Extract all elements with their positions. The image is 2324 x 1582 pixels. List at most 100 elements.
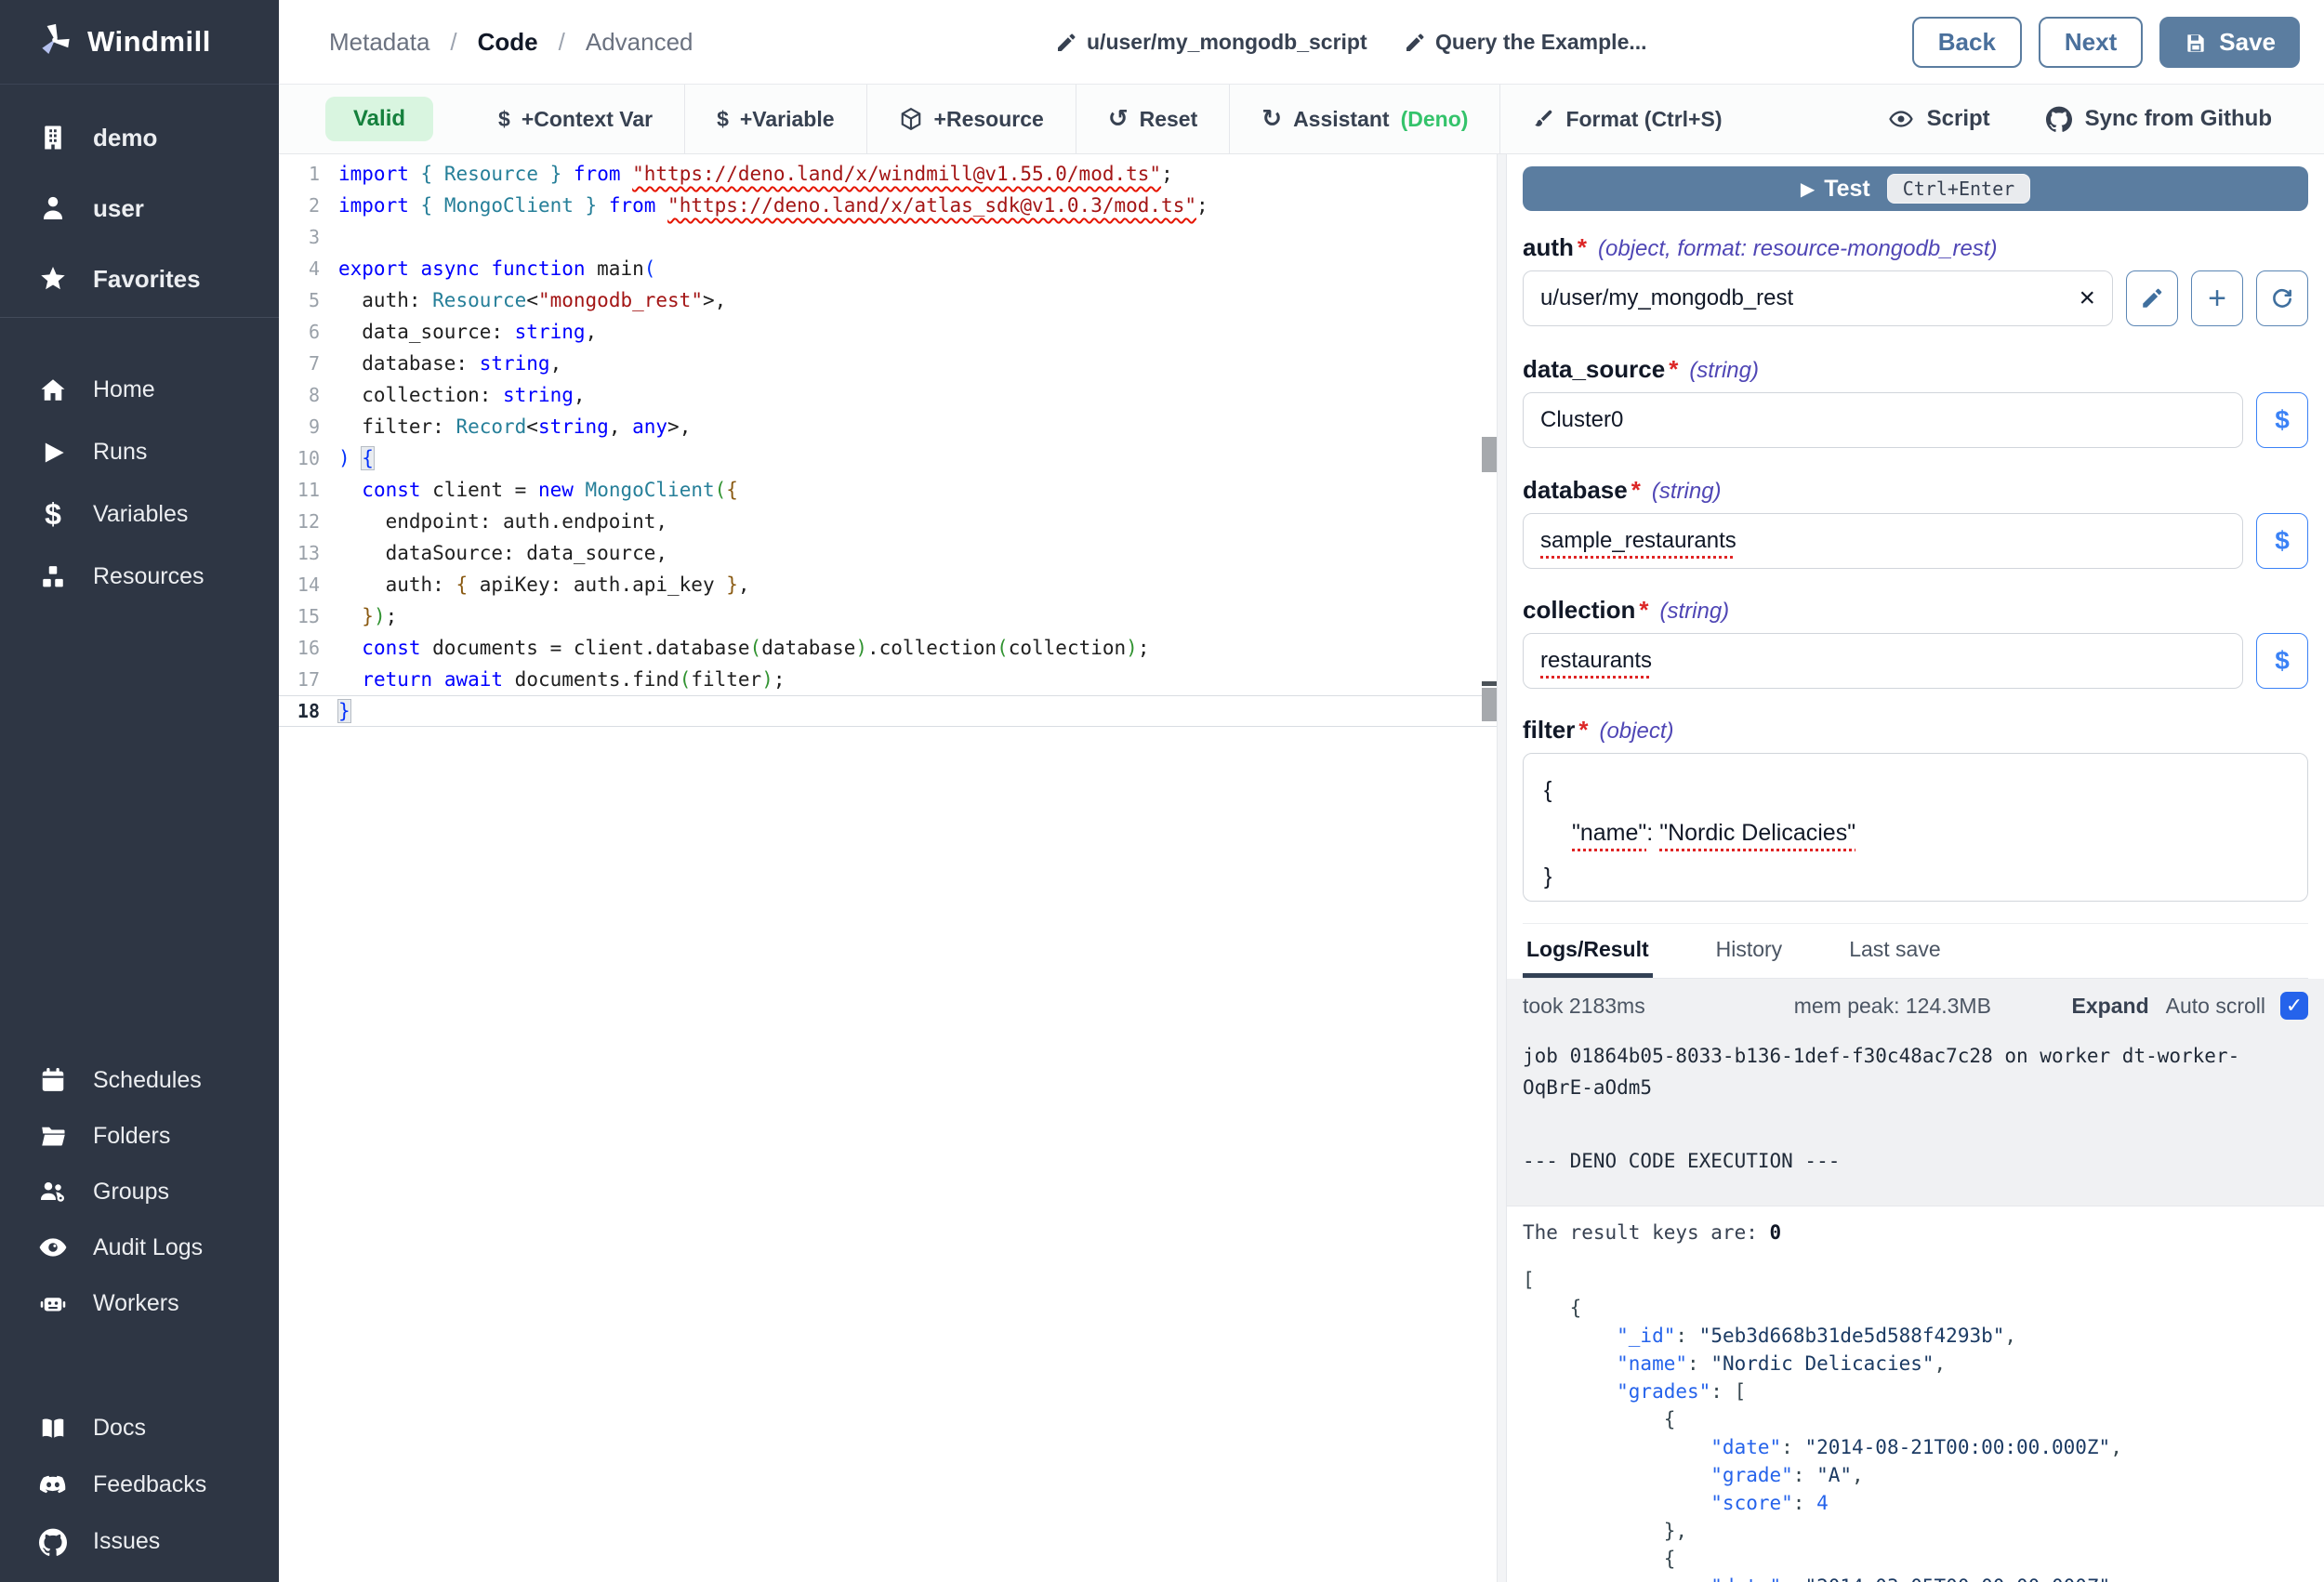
add-resource-button[interactable]: +Resource xyxy=(867,98,1076,140)
line-number: 4 xyxy=(279,257,338,280)
sidebar-item-feedbacks[interactable]: Feedbacks xyxy=(0,1457,279,1513)
line-number: 16 xyxy=(279,637,338,659)
sidebar-item-folders[interactable]: Folders xyxy=(0,1108,279,1164)
plus-icon: + xyxy=(2208,281,2226,317)
code-editor[interactable]: 1import { Resource } from "https://deno.… xyxy=(279,154,1497,1582)
result-intro: The result keys are: 0 xyxy=(1523,1221,2308,1249)
filter-field-label: filter* (object) xyxy=(1523,716,2308,745)
script-title[interactable]: Query the Example... xyxy=(1404,0,1647,85)
tab-history[interactable]: History xyxy=(1712,924,1787,978)
tab-logs-result[interactable]: Logs/Result xyxy=(1523,924,1653,978)
database-var-picker-button[interactable]: $ xyxy=(2256,513,2308,569)
sidebar-item-workers[interactable]: Workers xyxy=(0,1275,279,1331)
result-json-line: "_id": "5eb3d668b31de5d588f4293b", xyxy=(1523,1322,2308,1350)
tab-metadata[interactable]: Metadata xyxy=(329,28,429,57)
auth-resource-input[interactable]: u/user/my_mongodb_rest × xyxy=(1523,270,2113,326)
line-number: 2 xyxy=(279,194,338,217)
autoscroll-checkbox[interactable]: ✓ xyxy=(2280,992,2308,1020)
editor-toolbar: Valid $ +Context Var $ +Variable +Resour… xyxy=(279,85,2324,154)
collection-input[interactable]: restaurants xyxy=(1523,633,2243,689)
result-json: [ { "_id": "5eb3d668b31de5d588f4293b", "… xyxy=(1523,1266,2308,1582)
user-label: user xyxy=(93,194,144,223)
database-input[interactable]: sample_restaurants xyxy=(1523,513,2243,569)
database-field-label: database* (string) xyxy=(1523,476,2308,505)
sidebar-item-docs[interactable]: Docs xyxy=(0,1400,279,1457)
tab-advanced[interactable]: Advanced xyxy=(586,28,693,57)
filter-json-editor[interactable]: { "name": "Nordic Delicacies" } xyxy=(1523,753,2308,902)
groups-label: Groups xyxy=(93,1179,169,1206)
add-context-var-button[interactable]: $ +Context Var xyxy=(467,98,684,140)
resources-label: Resources xyxy=(93,563,205,590)
line-number: 3 xyxy=(279,226,338,248)
workers-label: Workers xyxy=(93,1290,179,1317)
sidebar-item-favorites[interactable]: Favorites xyxy=(0,245,279,312)
refresh-icon xyxy=(2270,286,2294,310)
home-label: Home xyxy=(93,376,155,403)
sidebar-item-issues[interactable]: Issues xyxy=(0,1513,279,1570)
back-button[interactable]: Back xyxy=(1912,17,2022,68)
sidebar-item-workspace[interactable]: demo xyxy=(0,104,279,171)
robot-icon xyxy=(37,1287,69,1319)
expand-button[interactable]: Expand xyxy=(2072,994,2149,1019)
result-json-line: }, xyxy=(1523,1517,2308,1545)
reset-button[interactable]: ↺ Reset xyxy=(1076,98,1229,140)
edit-resource-button[interactable] xyxy=(2126,270,2178,326)
windmill-logo[interactable]: Windmill xyxy=(0,0,279,85)
panel-resizer[interactable] xyxy=(1497,154,1507,1582)
next-button[interactable]: Next xyxy=(2039,17,2143,68)
assistant-button[interactable]: ↻ Assistant (Deno) xyxy=(1230,98,1499,140)
code-line: 14 auth: { apiKey: auth.api_key }, xyxy=(279,569,1497,600)
tab-code[interactable]: Code xyxy=(478,28,538,57)
test-button[interactable]: ▶ Test Ctrl+Enter xyxy=(1523,166,2308,211)
assistant-language: (Deno) xyxy=(1401,107,1469,132)
github-icon xyxy=(37,1526,69,1558)
discord-icon xyxy=(37,1470,69,1501)
result-json-line: { xyxy=(1523,1405,2308,1433)
line-number: 1 xyxy=(279,163,338,185)
code-line: 15 }); xyxy=(279,600,1497,632)
sidebar-item-runs[interactable]: Runs xyxy=(0,421,279,483)
sidebar-item-groups[interactable]: Groups xyxy=(0,1164,279,1219)
sidebar-item-home[interactable]: Home xyxy=(0,359,279,421)
autoscroll-label: Auto scroll xyxy=(2166,994,2265,1019)
result-tabs: Logs/Result History Last save xyxy=(1523,923,2308,979)
save-label: Save xyxy=(2219,28,2276,57)
add-variable-button[interactable]: $ +Variable xyxy=(685,98,865,140)
refresh-resource-button[interactable] xyxy=(2256,270,2308,326)
sidebar-item-schedules[interactable]: Schedules xyxy=(0,1052,279,1108)
collection-var-picker-button[interactable]: $ xyxy=(2256,633,2308,689)
sync-github-button[interactable]: Sync from Github xyxy=(2046,106,2272,132)
sidebar-item-resources[interactable]: Resources xyxy=(0,546,279,608)
data-source-var-picker-button[interactable]: $ xyxy=(2256,392,2308,448)
clear-icon[interactable]: × xyxy=(2079,284,2095,312)
job-log-line: job 01864b05-8033-b136-1def-f30c48ac7c28… xyxy=(1523,1040,2308,1103)
add-resource-button-small[interactable]: + xyxy=(2191,270,2243,326)
line-number: 6 xyxy=(279,321,338,343)
line-number: 7 xyxy=(279,352,338,375)
line-number: 17 xyxy=(279,668,338,691)
play-icon: ▶ xyxy=(1801,178,1815,200)
line-number: 13 xyxy=(279,542,338,564)
format-button[interactable]: Format (Ctrl+S) xyxy=(1500,98,1753,140)
code-line: 1import { Resource } from "https://deno.… xyxy=(279,158,1497,190)
eye-icon xyxy=(37,1232,69,1263)
cube-icon xyxy=(899,107,923,131)
data-source-input[interactable]: Cluster0 xyxy=(1523,392,2243,448)
code-line: 2import { MongoClient } from "https://de… xyxy=(279,190,1497,221)
sidebar-item-variables[interactable]: $ Variables xyxy=(0,483,279,546)
sidebar-item-audit-logs[interactable]: Audit Logs xyxy=(0,1219,279,1275)
code-line: 3 xyxy=(279,221,1497,253)
line-number: 9 xyxy=(279,415,338,438)
sidebar-item-user[interactable]: user xyxy=(0,175,279,242)
script-kind-button[interactable]: Script xyxy=(1888,106,1990,132)
save-button[interactable]: Save xyxy=(2159,17,2300,68)
code-line: 10) { xyxy=(279,442,1497,474)
script-path[interactable]: u/user/my_mongodb_script xyxy=(1055,0,1367,85)
code-line: 9 filter: Record<string, any>, xyxy=(279,411,1497,442)
calendar-icon xyxy=(37,1064,69,1096)
execution-banner: --- DENO CODE EXECUTION --- xyxy=(1523,1150,2308,1172)
favorites-label: Favorites xyxy=(93,265,201,294)
pencil-icon xyxy=(1404,32,1426,54)
result-json-line: "grade": "A", xyxy=(1523,1461,2308,1489)
tab-last-save[interactable]: Last save xyxy=(1845,924,1944,978)
